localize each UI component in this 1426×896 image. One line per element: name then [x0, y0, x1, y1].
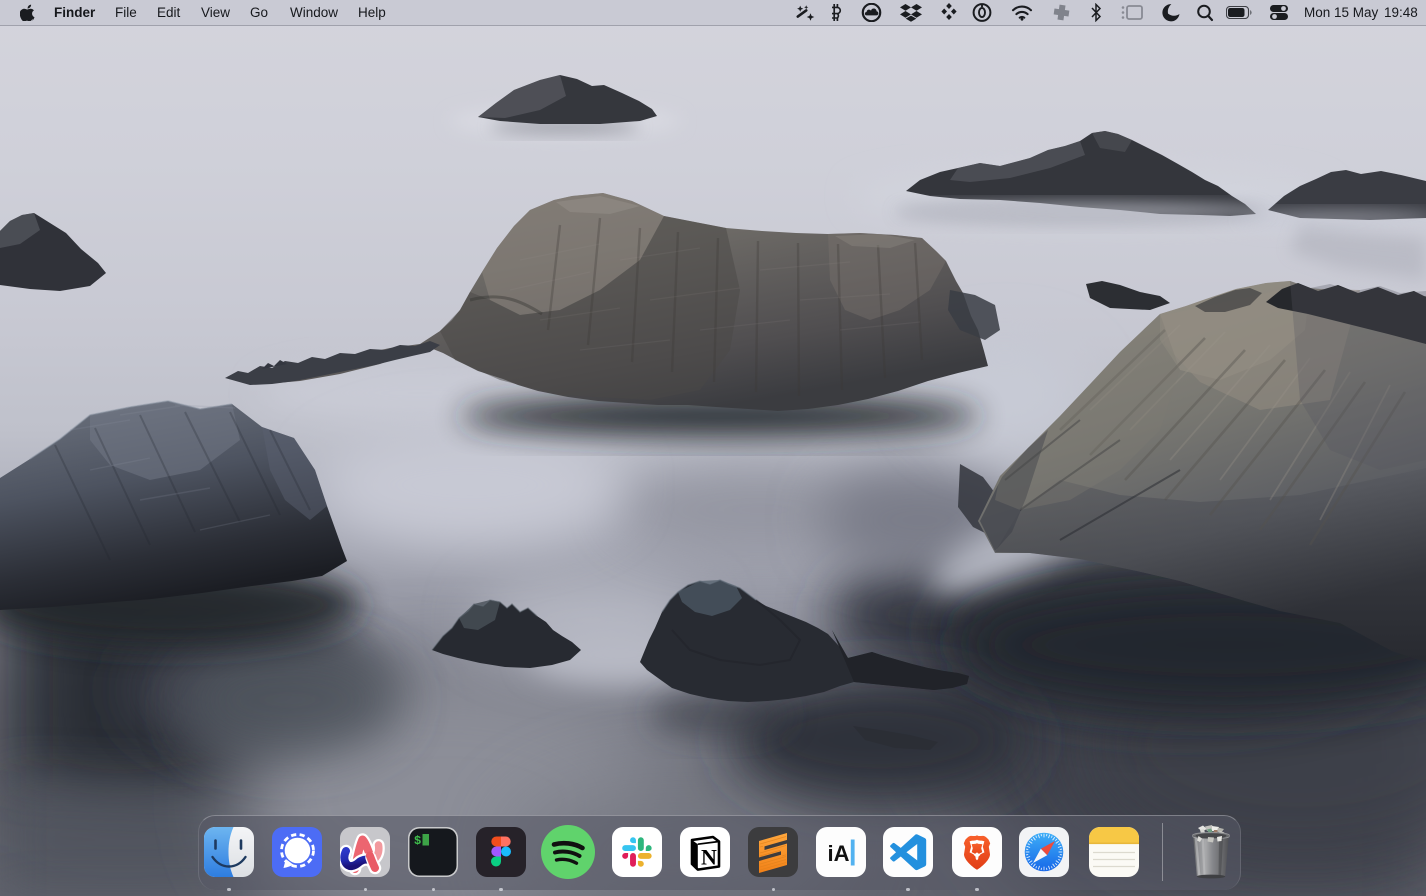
svg-text:N: N: [701, 845, 717, 870]
svg-text:$: $: [414, 834, 421, 848]
svg-text:iA: iA: [828, 841, 850, 866]
